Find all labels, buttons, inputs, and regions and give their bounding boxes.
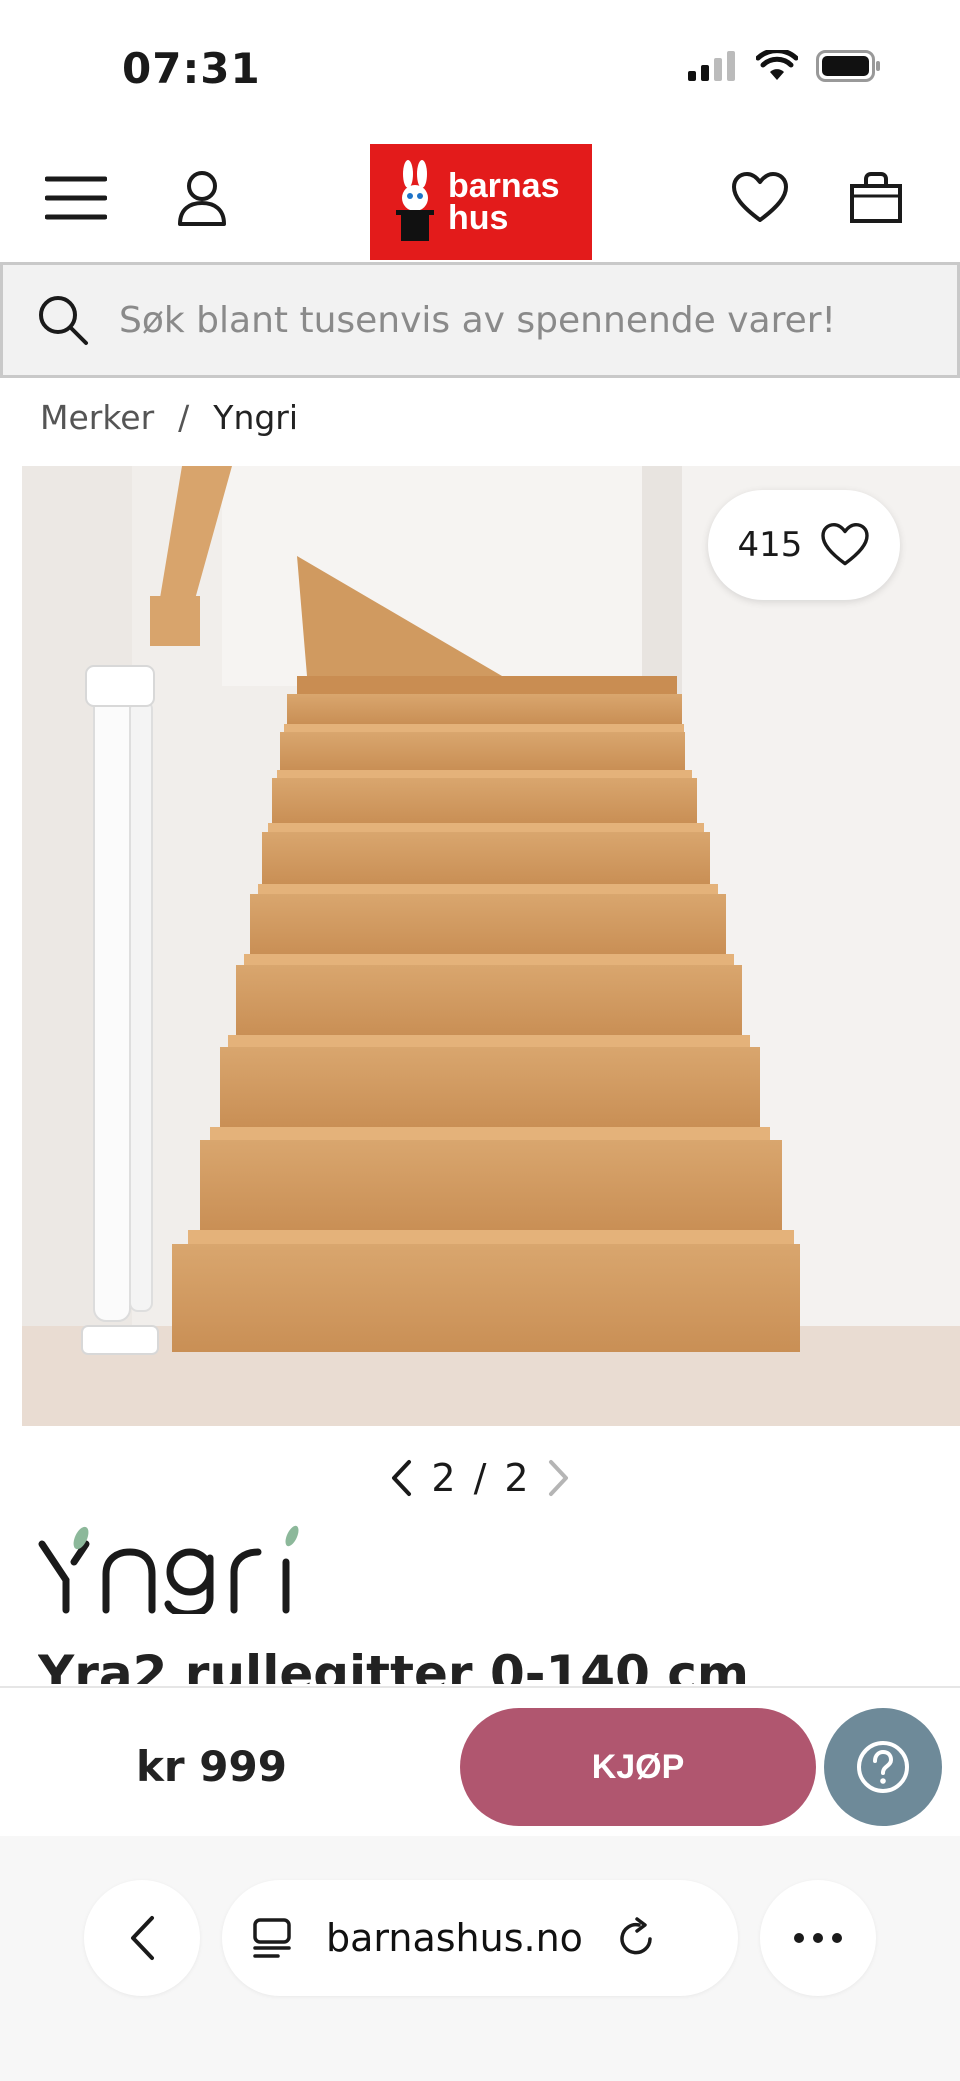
rabbit-in-hat-icon xyxy=(396,160,434,241)
buy-button[interactable]: KJØP xyxy=(460,1708,816,1826)
image-pager: 2 / 2 xyxy=(0,1448,960,1508)
product-title: Yra2 rullegitter 0-140 cm xyxy=(38,1645,750,1684)
heart-icon[interactable] xyxy=(724,162,796,234)
breadcrumb-item-merker[interactable]: Merker xyxy=(40,398,154,437)
pager-total: 2 xyxy=(504,1456,529,1500)
browser-back-button[interactable] xyxy=(84,1880,200,1996)
wifi-icon xyxy=(756,50,798,80)
browser-more-button[interactable] xyxy=(760,1880,876,1996)
product-price: kr 999 xyxy=(136,1742,287,1791)
search-input[interactable]: Søk blant tusenvis av spennende varer! xyxy=(119,300,836,341)
battery-icon xyxy=(816,50,880,82)
reader-mode-icon[interactable] xyxy=(252,1917,292,1959)
status-time: 07:31 xyxy=(122,44,261,93)
chevron-left-icon[interactable] xyxy=(389,1459,413,1497)
question-mark-icon xyxy=(857,1741,909,1793)
logo-text: barnas hus xyxy=(448,167,560,237)
chevron-right-icon[interactable] xyxy=(547,1459,571,1497)
status-bar: 07:31 xyxy=(0,0,960,140)
address-bar[interactable]: barnashus.no xyxy=(222,1880,738,1996)
cellular-signal-icon xyxy=(688,51,735,81)
brand-logo[interactable] xyxy=(38,1522,308,1618)
status-icons xyxy=(688,50,882,82)
staircase-illustration xyxy=(22,466,960,1426)
user-icon[interactable] xyxy=(166,162,238,234)
breadcrumb-separator: / xyxy=(178,398,190,437)
chevron-left-icon xyxy=(131,1916,154,1960)
search-icon xyxy=(39,296,88,345)
more-icon xyxy=(794,1933,842,1943)
heart-icon xyxy=(821,523,870,566)
site-logo[interactable]: barnas hus xyxy=(370,144,592,260)
product-image[interactable] xyxy=(22,466,960,1426)
hamburger-menu-icon[interactable] xyxy=(40,162,112,234)
breadcrumb-item-yngri[interactable]: Yngri xyxy=(213,398,298,437)
pager-current: 2 xyxy=(431,1456,456,1500)
site-header: barnas hus xyxy=(0,140,960,260)
browser-toolbar: barnashus.no xyxy=(0,1836,960,2081)
wishlist-count: 415 xyxy=(737,525,803,565)
yngri-wordmark xyxy=(38,1525,299,1618)
help-button[interactable] xyxy=(824,1708,942,1826)
buy-bar: kr 999 KJØP xyxy=(0,1686,960,1836)
pager-separator: / xyxy=(473,1456,487,1500)
wishlist-count-button[interactable]: 415 xyxy=(708,490,900,600)
shopping-bag-icon[interactable] xyxy=(840,162,912,234)
breadcrumb: Merker / Yngri xyxy=(40,398,298,437)
reload-icon[interactable] xyxy=(617,1917,657,1959)
address-url: barnashus.no xyxy=(326,1916,583,1960)
search-bar[interactable]: Søk blant tusenvis av spennende varer! xyxy=(0,262,960,378)
